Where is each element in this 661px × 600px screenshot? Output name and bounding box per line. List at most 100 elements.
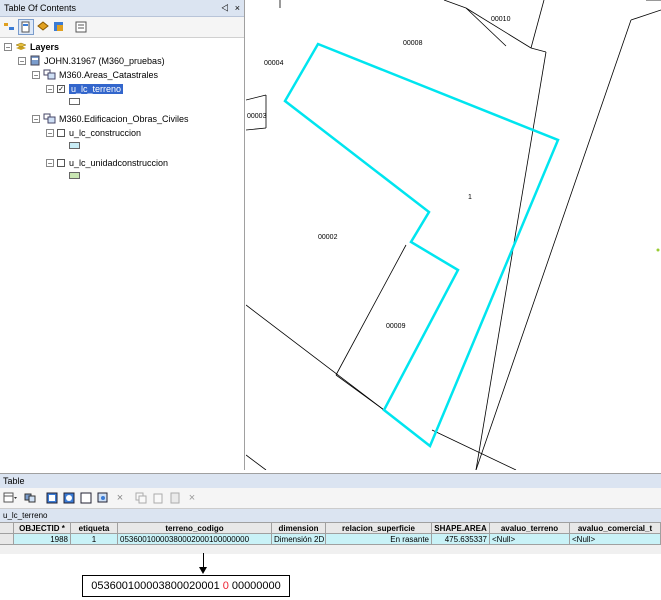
tree-label-layer-construccion[interactable]: u_lc_construccion	[69, 128, 141, 138]
clear-selection-icon[interactable]	[79, 491, 93, 505]
parcel-line	[630, 9, 661, 21]
collapse-icon[interactable]: −	[46, 84, 54, 93]
table-row[interactable]: 1988 1 05360010000380002000100000000 Dim…	[0, 534, 661, 545]
table-tab[interactable]: u_lc_terreno	[0, 509, 661, 523]
attribute-grid: OBJECTID * etiqueta terreno_codigo dimen…	[0, 523, 661, 545]
table-toolbar: × ×	[0, 488, 661, 509]
parcel-line	[246, 304, 385, 411]
list-by-selection-icon[interactable]	[52, 20, 66, 34]
list-by-drawing-order-icon[interactable]	[2, 20, 16, 34]
delete-icon[interactable]: ×	[185, 491, 199, 505]
collapse-icon[interactable]: −	[4, 42, 12, 51]
column-header[interactable]: OBJECTID *	[14, 523, 71, 534]
table-cell[interactable]: 475.635337	[432, 534, 490, 545]
layer-visibility-checkbox[interactable]	[57, 128, 65, 137]
table-title-bar: Table	[0, 474, 661, 488]
toc-title-bar: Table Of Contents ⨞ ×	[0, 0, 244, 17]
close-icon[interactable]: ×	[235, 3, 240, 14]
tree-label-group-areas: M360.Areas_Catastrales	[59, 69, 159, 80]
list-by-source-icon[interactable]	[18, 19, 34, 35]
database-icon	[30, 55, 40, 66]
terreno-symbol-swatch	[69, 98, 80, 105]
parcel-line	[431, 429, 517, 470]
selected-parcel-outline[interactable]	[283, 42, 560, 448]
table-title: Table	[3, 476, 25, 486]
table-cell[interactable]: En rasante	[326, 534, 432, 545]
code-callout-box: 053600100003800020001 0 00000000	[82, 575, 290, 597]
table-cell[interactable]: 1	[71, 534, 118, 545]
parcel-line	[530, 0, 545, 49]
table-options-icon[interactable]	[3, 491, 17, 505]
select-by-attributes-icon[interactable]	[45, 491, 59, 505]
code-highlight: 0	[222, 580, 229, 592]
calculator-icon[interactable]	[168, 491, 182, 505]
list-by-visibility-icon[interactable]	[36, 20, 50, 34]
parcel-label-00008: 00008	[403, 40, 423, 47]
collapse-icon[interactable]: −	[18, 56, 26, 65]
tree-label-layer-terreno[interactable]: u_lc_terreno	[69, 83, 124, 94]
table-cell[interactable]: Dimensión 2D	[272, 534, 326, 545]
parcel-line	[465, 7, 507, 47]
unidadconstruccion-symbol-swatch	[69, 172, 80, 179]
tree-label-layers: Layers	[30, 41, 60, 52]
collapse-icon[interactable]: −	[32, 114, 40, 123]
tree-item-group-areas[interactable]: − M360.Areas_Catastrales	[32, 68, 158, 81]
collapse-icon[interactable]: −	[46, 158, 54, 167]
code-part-1: 053600100003800020001	[91, 580, 220, 592]
table-cell[interactable]: 05360010000380002000100000000	[118, 534, 272, 545]
parcel-line	[335, 244, 407, 376]
table-cell[interactable]: 1988	[14, 534, 71, 545]
group-layer-icon	[43, 69, 56, 80]
layer-visibility-checkbox[interactable]: ✓	[57, 84, 65, 93]
table-cell[interactable]: <Null>	[570, 534, 661, 545]
column-header[interactable]: SHAPE.AREA	[432, 523, 490, 534]
attribute-table-pane: Table × × u_lc_terreno OBJECTID * etique…	[0, 473, 661, 554]
copy-icon[interactable]	[134, 491, 148, 505]
parcel-label-1: 1	[468, 194, 472, 201]
layers-icon	[15, 42, 27, 50]
construccion-symbol-swatch	[69, 142, 80, 149]
column-header[interactable]: etiqueta	[71, 523, 118, 534]
switch-selection-icon[interactable]	[62, 491, 76, 505]
delete-selected-icon[interactable]: ×	[113, 491, 127, 505]
code-part-2: 00000000	[231, 580, 281, 592]
zoom-to-selected-icon[interactable]	[96, 491, 110, 505]
parcel-line	[246, 454, 267, 470]
related-tables-icon[interactable]	[24, 491, 38, 505]
column-header[interactable]: terreno_codigo	[118, 523, 272, 534]
options-icon[interactable]	[74, 20, 88, 34]
map-canvas[interactable]: 00010 00008 00004 00003 1 00002 00009	[246, 0, 661, 470]
tree-item-layer-unidadconstruccion[interactable]: − u_lc_unidadconstruccion	[46, 156, 168, 169]
table-cell[interactable]: <Null>	[490, 534, 570, 545]
parcel-line	[465, 7, 532, 49]
parcel-label-00003: 00003	[247, 113, 267, 120]
tree-item-layers[interactable]: − Layers	[4, 40, 59, 53]
pin-icon[interactable]: ⨞	[221, 3, 228, 14]
parcel-line	[475, 19, 632, 470]
collapse-icon[interactable]: −	[32, 70, 40, 79]
table-header-row: OBJECTID * etiqueta terreno_codigo dimen…	[0, 523, 661, 534]
column-header[interactable]: dimension	[272, 523, 326, 534]
layer-tree: − Layers − JOHN.31967 (M360_pruebas) − M…	[0, 38, 244, 179]
table-of-contents-pane: Table Of Contents ⨞ × − Layers − JOHN.31…	[0, 0, 245, 470]
map-point	[656, 248, 660, 252]
tree-item-layer-terreno[interactable]: − ✓ u_lc_terreno	[46, 82, 124, 95]
column-header[interactable]: avaluo_comercial_t	[570, 523, 661, 534]
tree-item-group-edificacion[interactable]: − M360.Edificacion_Obras_Civiles	[32, 112, 189, 125]
tree-label-layer-unidadconstruccion[interactable]: u_lc_unidadconstruccion	[69, 158, 168, 168]
collapse-icon[interactable]: −	[46, 128, 54, 137]
parcel-label-00010: 00010	[491, 16, 511, 23]
tree-item-database[interactable]: − JOHN.31967 (M360_pruebas)	[18, 54, 165, 67]
group-layer-icon	[43, 113, 56, 124]
row-selector[interactable]	[0, 534, 14, 545]
map-view[interactable]: 00010 00008 00004 00003 1 00002 00009	[246, 0, 661, 470]
column-header[interactable]: relacion_superficie	[326, 523, 432, 534]
layer-visibility-checkbox[interactable]	[57, 158, 65, 167]
row-selector-header	[0, 523, 14, 534]
tree-item-layer-construccion[interactable]: − u_lc_construccion	[46, 126, 141, 139]
column-header[interactable]: avaluo_terreno	[490, 523, 570, 534]
paste-icon[interactable]	[151, 491, 165, 505]
parcel-line	[246, 127, 267, 131]
parcel-label-00002: 00002	[318, 234, 338, 241]
tree-label-database: JOHN.31967 (M360_pruebas)	[44, 55, 165, 66]
